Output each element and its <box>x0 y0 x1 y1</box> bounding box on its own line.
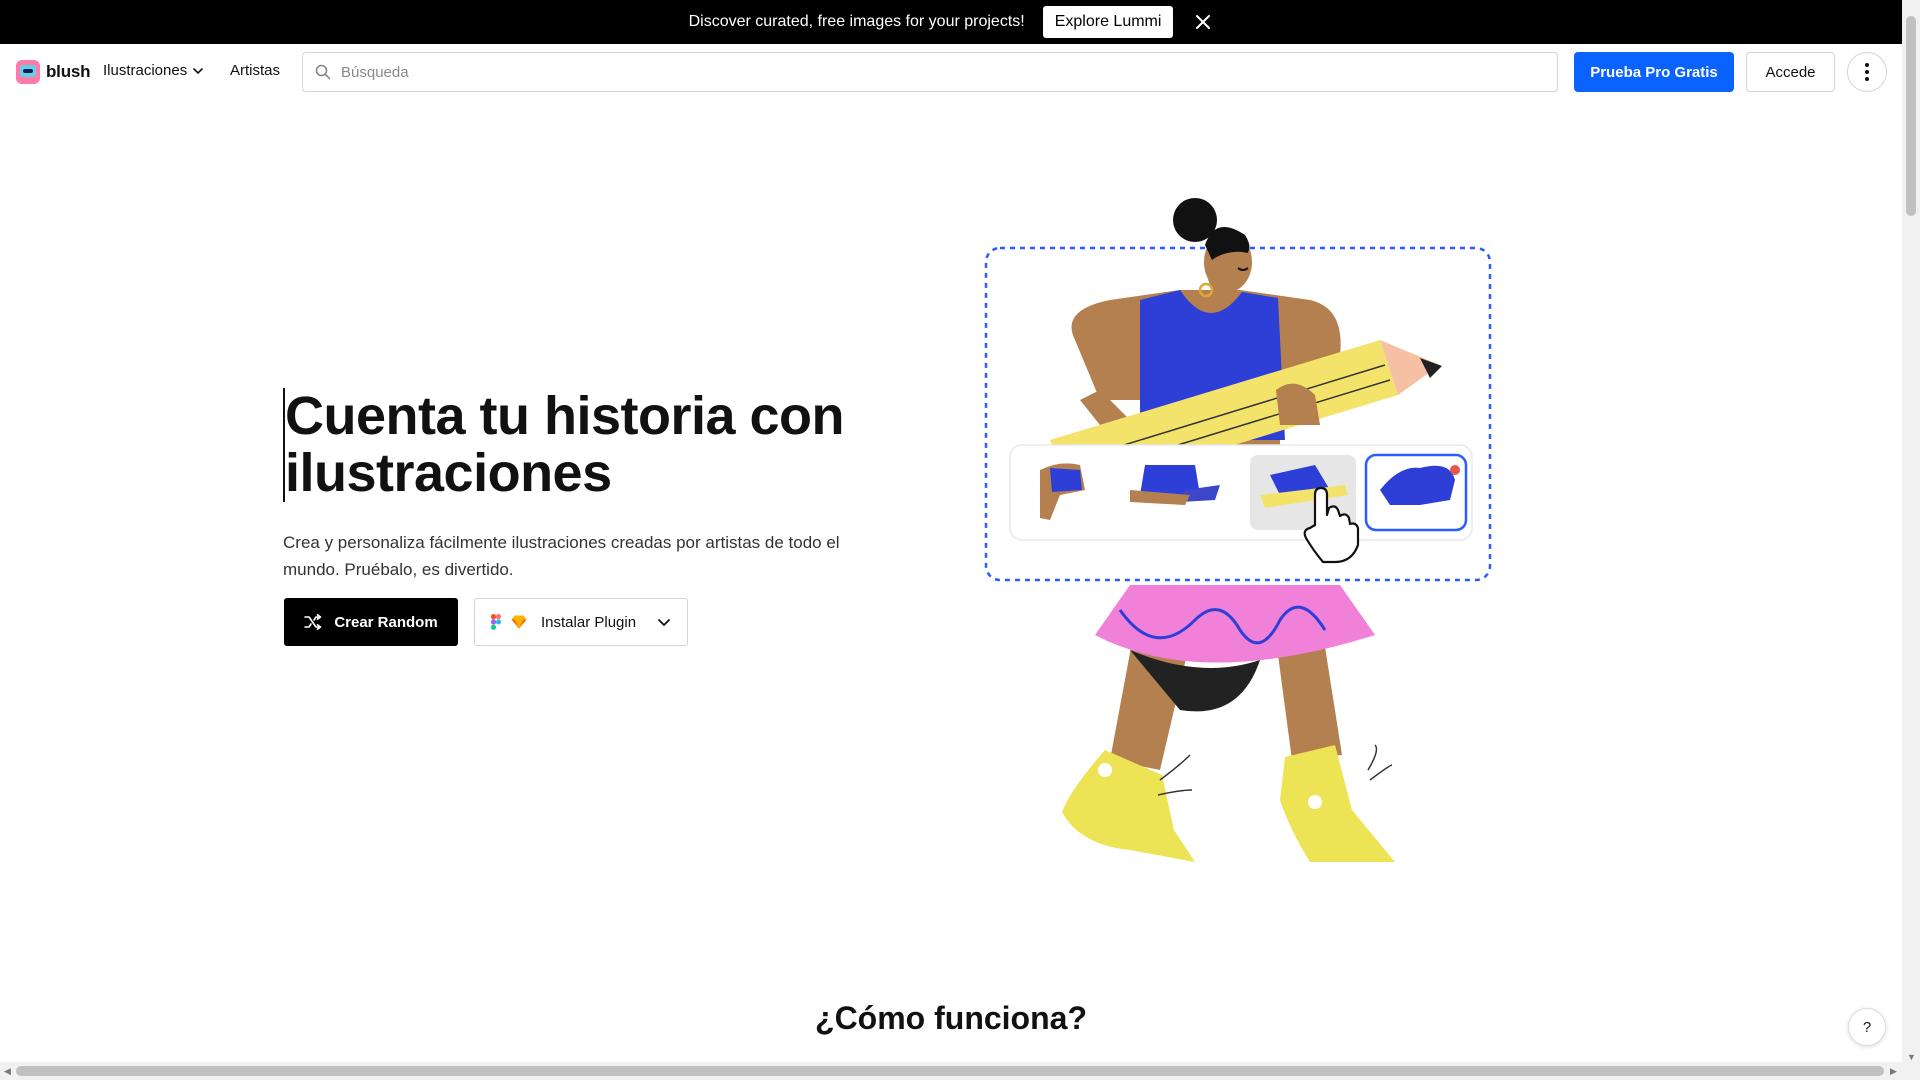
scroll-down-arrow-icon[interactable]: ▼ <box>1907 1052 1916 1062</box>
search-input[interactable] <box>341 63 1557 81</box>
blush-logo[interactable]: blush <box>16 60 91 84</box>
hero-illustration <box>984 198 1492 862</box>
scroll-left-arrow-icon[interactable]: ◀ <box>4 1066 11 1077</box>
site-header: blush Ilustraciones Artistas Prueba Pro … <box>0 44 1902 100</box>
more-vertical-icon <box>1865 63 1869 81</box>
scroll-right-arrow-icon[interactable]: ▶ <box>1890 1066 1897 1077</box>
try-pro-button[interactable]: Prueba Pro Gratis <box>1574 52 1734 92</box>
promo-banner: Discover curated, free images for your p… <box>0 0 1902 44</box>
create-random-label: Crear Random <box>334 613 438 631</box>
hero-subtitle: Crea y personaliza fácilmente ilustracio… <box>283 533 840 579</box>
vertical-scroll-thumb[interactable] <box>1906 16 1916 216</box>
figma-icon <box>491 614 501 630</box>
horizontal-scroll-thumb[interactable] <box>16 1066 1884 1076</box>
logo-text: blush <box>46 62 91 81</box>
nav-illustrations-label: Ilustraciones <box>103 62 188 79</box>
chevron-down-icon <box>193 67 204 74</box>
install-plugin-label: Instalar Plugin <box>541 613 637 631</box>
how-it-works-heading: ¿Cómo funciona? <box>815 1000 1087 1036</box>
login-button[interactable]: Accede <box>1746 52 1835 92</box>
create-random-button[interactable]: Crear Random <box>284 598 458 646</box>
help-button[interactable]: ? <box>1848 1008 1886 1046</box>
nav-illustrations-dropdown[interactable]: Ilustraciones <box>103 62 204 79</box>
chevron-down-icon <box>658 619 670 627</box>
search-bar[interactable] <box>302 52 1558 92</box>
close-icon[interactable] <box>1193 12 1213 32</box>
hero-title: Cuenta tu historia con ilustraciones <box>283 388 883 502</box>
explore-lummi-button[interactable]: Explore Lummi <box>1042 6 1174 38</box>
blush-logo-icon <box>16 60 40 84</box>
install-plugin-dropdown[interactable]: Instalar Plugin <box>474 598 688 646</box>
more-menu-button[interactable] <box>1847 52 1887 92</box>
search-icon <box>315 64 331 80</box>
nav-artists-link[interactable]: Artistas <box>230 62 280 79</box>
shuffle-icon <box>304 614 322 630</box>
sketch-icon <box>511 615 527 629</box>
banner-text: Discover curated, free images for your p… <box>688 13 1025 30</box>
pose-picker-panel <box>1009 444 1473 564</box>
